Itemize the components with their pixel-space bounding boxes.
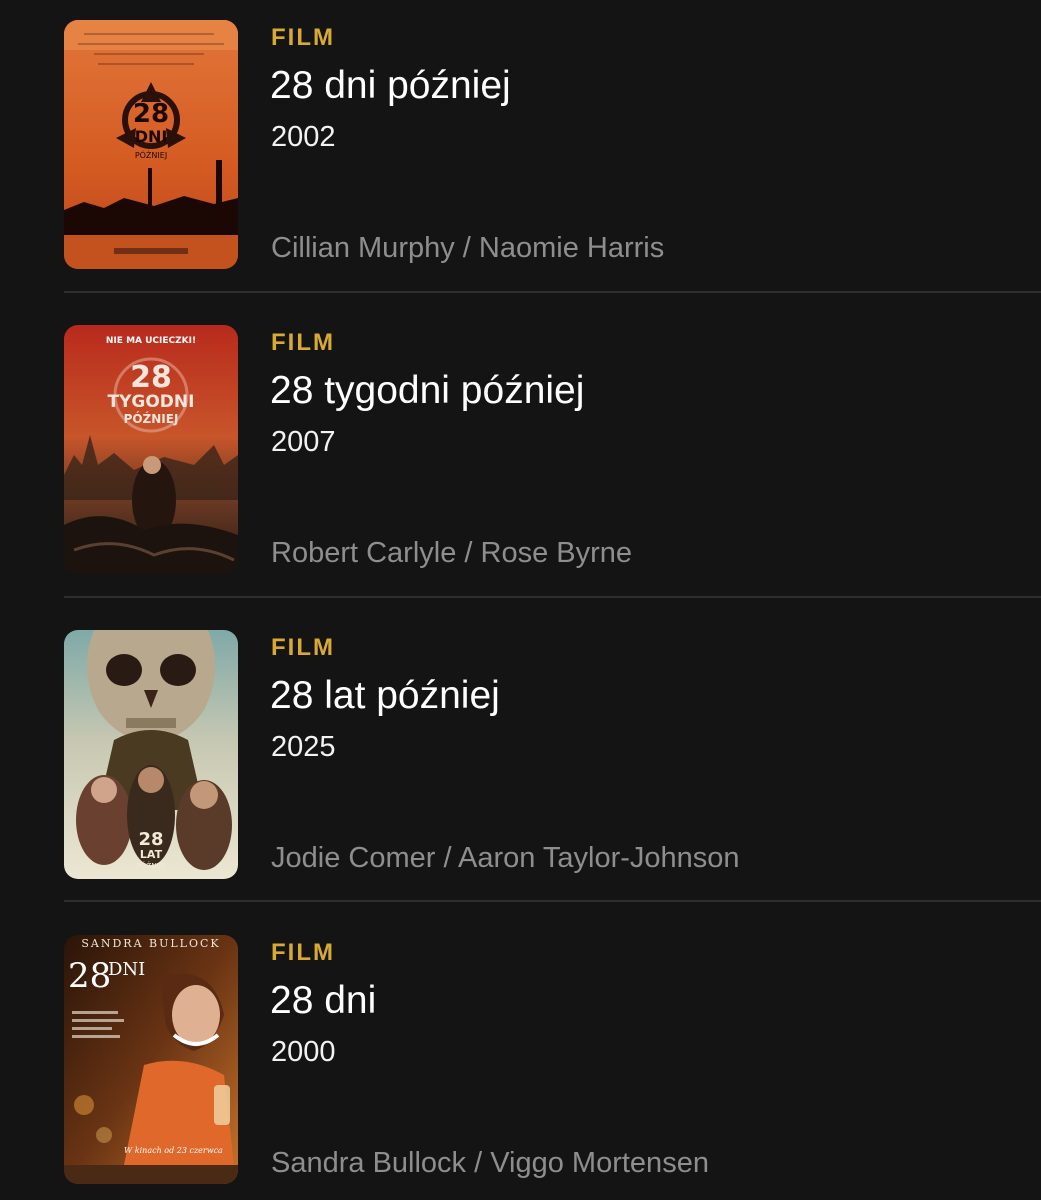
poster-28-lat-pozniej: 28 LAT PÓŹNIEJ	[64, 630, 238, 879]
poster-subtitle: PÓŹNIEJ	[137, 861, 165, 870]
poster-image[interactable]: 28 LAT PÓŹNIEJ	[64, 630, 238, 879]
film-title[interactable]: 28 dni później	[270, 64, 511, 108]
result-item[interactable]: SANDRA BULLOCK 28 DNI W kinach od 23 cze…	[64, 935, 1041, 1200]
poster-title-number: 28	[130, 360, 172, 395]
poster-image[interactable]: 28 DNI PÓŹNIEJ	[64, 20, 238, 269]
poster-28-tygodni-pozniej: NIE MA UCIECZKI! 28 TYGODNI PÓŹNIEJ	[64, 325, 238, 574]
poster-title-word: TYGODNI	[108, 392, 195, 412]
film-title[interactable]: 28 dni	[270, 979, 376, 1023]
category-label: FILM	[271, 939, 335, 966]
category-label: FILM	[271, 634, 335, 661]
category-label: FILM	[271, 24, 335, 51]
poster-actor: SANDRA BULLOCK	[81, 937, 220, 950]
poster-title-word: DNI	[108, 959, 145, 980]
poster-title-word: DNI	[135, 127, 168, 146]
poster-title-number: 28	[68, 956, 111, 996]
poster-release: W kinach od 23 czerwca	[124, 1146, 223, 1155]
result-item[interactable]: NIE MA UCIECZKI! 28 TYGODNI PÓŹNIEJ FILM…	[64, 325, 1041, 597]
film-year: 2002	[271, 121, 336, 153]
poster-subtitle: PÓŹNIEJ	[135, 149, 167, 160]
poster-title-word: LAT	[140, 848, 163, 861]
result-item[interactable]: 28 DNI PÓŹNIEJ FILM 28 dni później 2002 …	[64, 20, 1041, 292]
film-year: 2007	[271, 426, 336, 458]
film-title[interactable]: 28 lat później	[270, 674, 500, 718]
film-cast: Jodie Comer / Aaron Taylor-Johnson	[271, 842, 740, 874]
poster-image[interactable]: SANDRA BULLOCK 28 DNI W kinach od 23 cze…	[64, 935, 238, 1184]
poster-tagline: NIE MA UCIECZKI!	[106, 336, 196, 346]
category-label: FILM	[271, 329, 335, 356]
poster-subtitle: PÓŹNIEJ	[124, 411, 179, 426]
result-item[interactable]: 28 LAT PÓŹNIEJ FILM 28 lat później 2025 …	[64, 630, 1041, 902]
poster-title-number: 28	[138, 829, 163, 850]
poster-image[interactable]: NIE MA UCIECZKI! 28 TYGODNI PÓŹNIEJ	[64, 325, 238, 574]
film-title[interactable]: 28 tygodni później	[270, 369, 584, 413]
divider	[64, 291, 1041, 293]
poster-28-dni: SANDRA BULLOCK 28 DNI W kinach od 23 cze…	[64, 935, 238, 1184]
film-cast: Robert Carlyle / Rose Byrne	[271, 537, 633, 569]
film-year: 2025	[271, 731, 336, 763]
film-cast: Cillian Murphy / Naomie Harris	[271, 232, 665, 264]
poster-title-number: 28	[133, 99, 169, 129]
film-year: 2000	[271, 1036, 336, 1068]
poster-28-dni-pozniej: 28 DNI PÓŹNIEJ	[64, 20, 238, 269]
divider	[64, 900, 1041, 902]
film-cast: Sandra Bullock / Viggo Mortensen	[271, 1147, 709, 1179]
divider	[64, 596, 1041, 598]
